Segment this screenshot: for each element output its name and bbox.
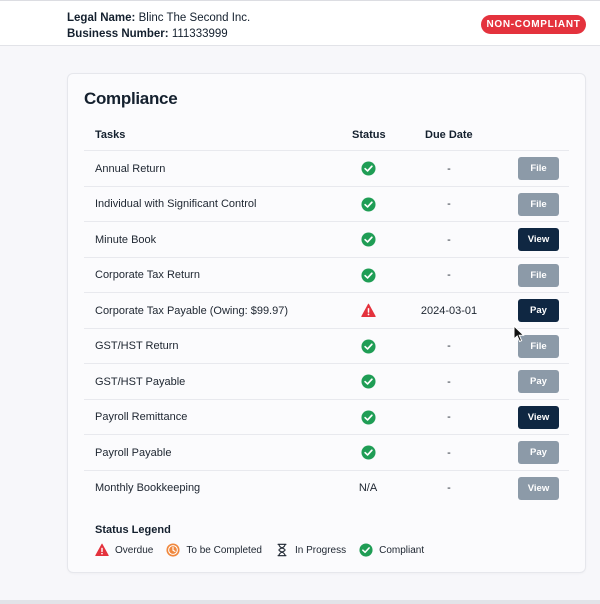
task-due-date: -: [447, 340, 451, 352]
table-row: Monthly Bookkeeping N/A - View: [84, 469, 569, 506]
table-row: GST/HST Payable - Pay: [84, 363, 569, 399]
task-name: Payroll Remittance: [95, 411, 188, 423]
task-name: GST/HST Payable: [95, 375, 186, 388]
check-circle-icon: [360, 338, 376, 354]
task-status: [352, 151, 384, 186]
task-status: [352, 364, 384, 399]
warning-triangle-icon: [95, 543, 109, 557]
task-due-date: -: [447, 482, 451, 494]
check-circle-icon: [360, 374, 376, 389]
status-badge: NON-COMPLIANT: [481, 15, 586, 34]
clock-icon: [166, 543, 180, 557]
legend-item-in-progress: In Progress: [275, 543, 346, 557]
task-due-date: -: [447, 446, 451, 459]
task-due-date: 2024-03-01: [420, 304, 478, 317]
business-number-label: Business Number:: [67, 28, 169, 40]
pay-button[interactable]: Pay: [518, 441, 559, 464]
legend-item-overdue: Overdue: [95, 543, 153, 557]
task-status: [352, 435, 384, 470]
check-circle-icon: [360, 161, 376, 176]
table-row: Payroll Payable - Pay: [84, 434, 569, 470]
view-button[interactable]: View: [518, 228, 559, 251]
check-circle-icon: [360, 196, 376, 212]
task-status: N/A: [358, 482, 378, 494]
column-header-status: Status: [352, 129, 386, 141]
legal-name-line: Legal Name: Blinc The Second Inc.: [67, 10, 250, 26]
task-due-date: -: [447, 233, 451, 246]
table-row: GST/HST Return - File: [84, 327, 569, 364]
task-due-date: -: [447, 411, 451, 423]
task-status: [352, 187, 384, 222]
view-button[interactable]: View: [518, 405, 559, 429]
check-circle-icon: [360, 267, 376, 283]
task-due-date: -: [447, 198, 451, 210]
file-button[interactable]: File: [518, 192, 559, 216]
legend-label: Overdue: [115, 544, 154, 556]
file-button[interactable]: File: [518, 157, 559, 180]
table-row: Corporate Tax Return - File: [84, 256, 569, 293]
task-status: [352, 258, 384, 293]
table-row: Minute Book - View: [84, 221, 569, 257]
pay-button[interactable]: Pay: [518, 370, 559, 393]
business-number-value: 111333999: [171, 28, 228, 40]
task-due-date: -: [447, 375, 451, 388]
table-row: Individual with Significant Control - File: [84, 185, 569, 222]
table-row: Annual Return - File: [84, 150, 569, 186]
status-legend: Overdue To be Completed In Progress Complia…: [95, 541, 437, 559]
column-header-due-date: Due Date: [425, 129, 473, 141]
legend-title: Status Legend: [95, 524, 171, 536]
task-status: [352, 400, 384, 435]
compliance-card: Compliance Tasks Status Due Date Annual …: [67, 73, 586, 573]
legal-name-value: Blinc The Second Inc.: [138, 12, 251, 24]
task-name: Payroll Payable: [95, 446, 172, 459]
legend-label: To be Completed: [186, 544, 262, 556]
hourglass-icon: [277, 543, 287, 557]
task-name: Individual with Significant Control: [95, 198, 257, 210]
legal-name-label: Legal Name:: [67, 12, 136, 24]
task-name: Annual Return: [95, 162, 166, 175]
task-name: Minute Book: [95, 233, 157, 246]
check-circle-icon: [360, 232, 376, 247]
company-header: Legal Name: Blinc The Second Inc. Busine…: [0, 0, 600, 46]
task-due-date: -: [447, 162, 451, 175]
table-row: Corporate Tax Payable (Owing: $99.97) 202…: [84, 292, 569, 328]
legend-label: In Progress: [294, 544, 347, 556]
task-status: [352, 293, 384, 328]
task-due-date: -: [447, 269, 451, 281]
task-status: [352, 329, 384, 364]
task-name: Corporate Tax Payable (Owing: $99.97): [95, 304, 289, 317]
mouse-cursor-icon: [513, 325, 525, 343]
business-number-line: Business Number: 111333999: [67, 26, 250, 42]
warning-triangle-icon: [360, 303, 376, 317]
pay-button[interactable]: Pay: [518, 299, 559, 322]
check-circle-icon: [359, 543, 373, 557]
card-title: Compliance: [84, 89, 178, 108]
check-circle-icon: [360, 409, 376, 425]
column-header-tasks: Tasks: [95, 129, 126, 141]
table-row: Payroll Remittance - View: [84, 398, 569, 435]
task-status: [352, 222, 384, 257]
file-button[interactable]: File: [518, 263, 559, 287]
legend-label: Compliant: [379, 544, 425, 556]
legend-item-compliant: Compliant: [359, 543, 424, 557]
view-button[interactable]: View: [518, 476, 559, 500]
tasks-table: Annual Return - File Individual with Signif…: [84, 150, 569, 505]
task-name: Monthly Bookkeeping: [95, 482, 201, 494]
company-info: Legal Name: Blinc The Second Inc. Busine…: [67, 10, 250, 42]
task-name: Corporate Tax Return: [95, 269, 200, 281]
bottom-divider: [0, 600, 600, 604]
check-circle-icon: [360, 445, 376, 460]
legend-item-to-be-completed: To be Completed: [166, 543, 262, 557]
task-name: GST/HST Return: [95, 340, 179, 352]
